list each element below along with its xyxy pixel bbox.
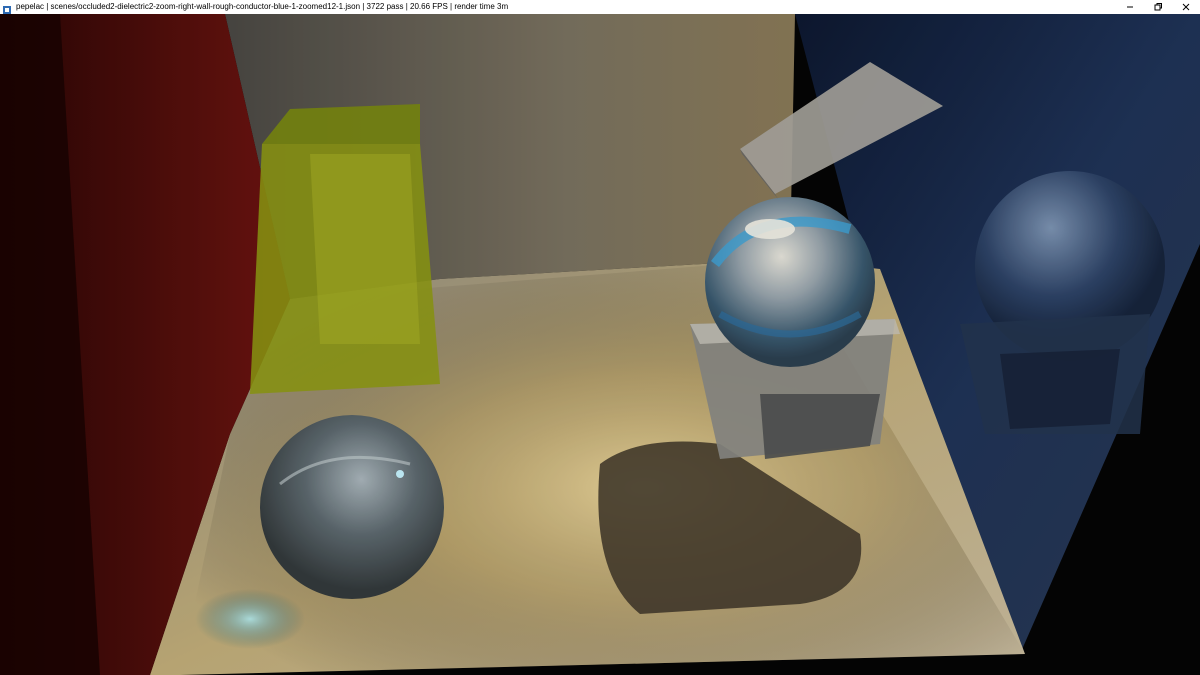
close-button[interactable] bbox=[1172, 0, 1200, 14]
restore-icon bbox=[1154, 3, 1162, 11]
minimize-icon bbox=[1127, 6, 1133, 8]
restore-button[interactable] bbox=[1144, 0, 1172, 14]
render-viewport[interactable] bbox=[0, 14, 1200, 675]
close-icon bbox=[1182, 3, 1190, 11]
render-window: pepelac | scenes/occluded2-dielectric2-z… bbox=[0, 0, 1200, 675]
window-title: pepelac | scenes/occluded2-dielectric2-z… bbox=[16, 2, 509, 11]
minimize-button[interactable] bbox=[1116, 0, 1144, 14]
title-bar[interactable]: pepelac | scenes/occluded2-dielectric2-z… bbox=[0, 0, 1200, 14]
window-controls bbox=[1116, 0, 1200, 14]
rendered-scene bbox=[0, 14, 1200, 675]
app-icon bbox=[2, 2, 12, 14]
